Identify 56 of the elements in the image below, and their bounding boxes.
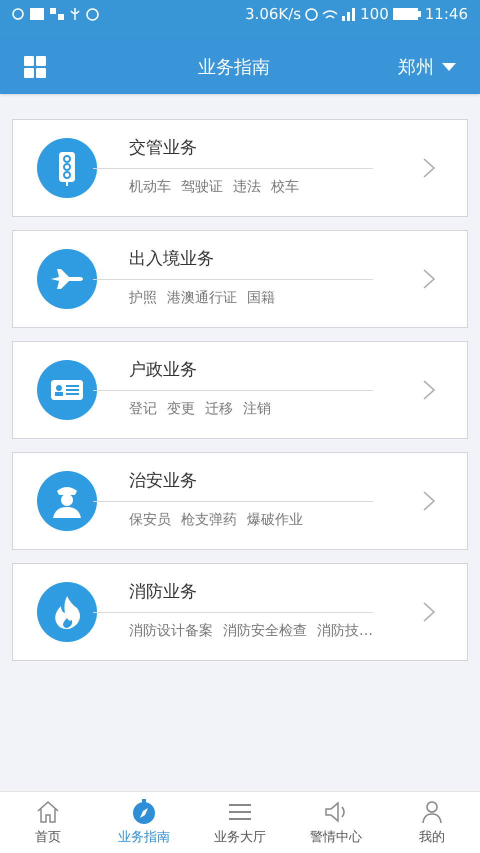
service-tag[interactable]: 消防技… [317,621,373,642]
flame-icon [37,582,97,642]
service-tag[interactable]: 枪支弹药 [181,510,237,531]
service-card[interactable]: 出入境业务 护照 港澳通行证 国籍 [12,230,468,328]
service-tag[interactable]: 保安员 [129,510,171,531]
service-tag[interactable]: 驾驶证 [181,177,223,198]
tab[interactable]: 首页 [0,792,96,853]
service-tag[interactable]: 爆破作业 [247,510,303,531]
service-card[interactable]: 治安业务 保安员 枪支弹药 爆破作业 [12,452,468,550]
service-tag[interactable]: 校车 [271,177,299,198]
service-tag[interactable]: 国籍 [247,288,275,309]
service-tag[interactable]: 消防安全检查 [223,621,307,642]
network-speed: 3.06K/s [245,4,302,25]
service-tag[interactable]: 注销 [243,399,271,420]
tab[interactable]: 我的 [384,792,480,853]
service-tag[interactable]: 消防设计备案 [129,621,213,642]
service-card[interactable]: 户政业务 登记 变更 迁移 注销 [12,341,468,439]
image-icon [30,8,44,20]
chevron-right-icon [423,158,435,178]
airplane-icon [37,249,97,309]
service-tag[interactable]: 登记 [129,399,157,420]
chevron-right-icon [423,491,435,511]
chevron-right-icon [423,269,435,289]
city-selector[interactable]: 郑州 [398,54,456,80]
clock: 11:46 [424,4,468,25]
wifi-icon [322,9,338,19]
battery-level: 100 [360,4,389,25]
battery-icon [392,7,421,21]
service-tag[interactable]: 港澳通行证 [167,288,237,309]
service-card[interactable]: 交管业务 机动车 驾驶证 违法 校车 [12,119,468,217]
tab[interactable]: 警情中心 [288,792,384,853]
id-card-icon [37,360,97,420]
signal-icon [342,8,356,20]
service-tag[interactable]: 护照 [129,288,157,309]
service-card[interactable]: 消防业务 消防设计备案 消防安全检查 消防技… [12,563,468,661]
service-tag[interactable]: 变更 [167,399,195,420]
service-tag[interactable]: 违法 [233,177,261,198]
traffic-light-icon [37,138,97,198]
service-title: 治安业务 [128,470,198,493]
usb-icon [70,8,80,20]
grid-menu-icon[interactable] [24,56,46,78]
chevron-right-icon [423,602,435,622]
page-title: 业务指南 [197,56,271,80]
tiles-icon [50,8,64,20]
service-title: 消防业务 [128,580,198,604]
tab[interactable]: 业务大厅 [192,792,288,853]
service-tag[interactable]: 机动车 [129,177,171,198]
officer-icon [37,471,97,531]
service-tag[interactable]: 迁移 [205,399,233,420]
tab[interactable]: 业务指南 [96,792,192,853]
compass-icon [130,798,158,826]
service-title: 出入境业务 [128,248,215,271]
service-title: 户政业务 [128,358,198,382]
caret-icon [442,63,456,71]
service-title: 交管业务 [128,136,198,160]
chevron-right-icon [423,380,435,400]
